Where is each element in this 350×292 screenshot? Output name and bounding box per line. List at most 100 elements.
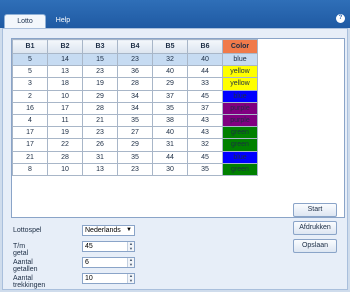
- table-cell[interactable]: 19: [82, 77, 118, 91]
- results-grid[interactable]: B1 B2 B3 B4 B5 B6 Color 5 14 15 23 32 40 blue 5…: [11, 38, 345, 218]
- table-cell[interactable]: 29: [117, 138, 153, 152]
- table-cell[interactable]: 13: [82, 162, 118, 176]
- table-cell[interactable]: 35: [117, 150, 153, 164]
- table-cell[interactable]: 17: [12, 126, 48, 140]
- table-cell[interactable]: 37: [187, 101, 223, 115]
- start-button[interactable]: Start: [293, 203, 337, 217]
- opslaan-button[interactable]: Opslaan: [293, 239, 337, 253]
- table-cell[interactable]: 31: [82, 150, 118, 164]
- table-cell[interactable]: 45: [187, 150, 223, 164]
- table-cell[interactable]: 17: [47, 101, 83, 115]
- table-cell[interactable]: 23: [82, 126, 118, 140]
- table-cell[interactable]: 4: [12, 113, 48, 128]
- table-cell[interactable]: 23: [117, 162, 153, 176]
- table-cell[interactable]: 5: [12, 65, 48, 79]
- table-cell[interactable]: 35: [117, 113, 153, 128]
- table-row[interactable]: 5 14 15 23 32 40 blue: [12, 52, 258, 67]
- color-cell[interactable]: yellow: [222, 77, 258, 91]
- table-cell[interactable]: 18: [47, 77, 83, 91]
- tab-help[interactable]: Help: [50, 14, 76, 28]
- table-cell[interactable]: 28: [82, 101, 118, 115]
- table-cell[interactable]: 31: [152, 138, 188, 152]
- table-cell[interactable]: 40: [152, 65, 188, 79]
- table-cell[interactable]: 22: [47, 138, 83, 152]
- col-header-b6[interactable]: B6: [187, 39, 223, 54]
- table-cell[interactable]: 11: [47, 113, 83, 128]
- aantal-trekkingen-stepper[interactable]: 10 ▲ ▼: [82, 273, 135, 284]
- color-cell[interactable]: green: [222, 138, 258, 152]
- table-row[interactable]: 8 10 13 23 30 35 green: [12, 162, 258, 176]
- color-cell[interactable]: purple: [222, 101, 258, 115]
- col-header-b3[interactable]: B3: [82, 39, 118, 54]
- table-row[interactable]: 4 11 21 35 38 43 purple: [12, 113, 258, 128]
- table-cell[interactable]: 34: [117, 89, 153, 103]
- table-cell[interactable]: 29: [152, 77, 188, 91]
- table-cell[interactable]: 35: [152, 101, 188, 115]
- table-cell[interactable]: 34: [117, 101, 153, 115]
- table-cell[interactable]: 35: [187, 162, 223, 176]
- table-cell[interactable]: 3: [12, 77, 48, 91]
- color-cell[interactable]: blue: [222, 150, 258, 164]
- table-cell[interactable]: 13: [47, 65, 83, 79]
- table-cell[interactable]: 27: [117, 126, 153, 140]
- table-cell[interactable]: 43: [187, 126, 223, 140]
- table-cell[interactable]: 30: [152, 162, 188, 176]
- table-cell[interactable]: 15: [82, 52, 118, 67]
- table-row[interactable]: 5 13 23 36 40 44 yellow: [12, 65, 258, 79]
- table-cell[interactable]: 26: [82, 138, 118, 152]
- table-row[interactable]: 3 18 19 28 29 33 yellow: [12, 77, 258, 91]
- col-header-b1[interactable]: B1: [12, 39, 48, 54]
- table-row[interactable]: 17 22 26 29 31 32 green: [12, 138, 258, 152]
- color-cell[interactable]: purple: [222, 113, 258, 128]
- table-cell[interactable]: 28: [47, 150, 83, 164]
- table-row[interactable]: 2 10 29 34 37 45 blue: [12, 89, 258, 103]
- lottospel-select[interactable]: Nederlands ▼: [82, 225, 135, 236]
- color-cell[interactable]: blue: [222, 89, 258, 103]
- table-cell[interactable]: 23: [82, 65, 118, 79]
- table-cell[interactable]: 10: [47, 89, 83, 103]
- table-cell[interactable]: 2: [12, 89, 48, 103]
- color-cell[interactable]: green: [222, 162, 258, 176]
- table-cell[interactable]: 10: [47, 162, 83, 176]
- color-cell[interactable]: yellow: [222, 65, 258, 79]
- tm-getal-stepper[interactable]: 45 ▲ ▼: [82, 241, 135, 252]
- table-cell[interactable]: 37: [152, 89, 188, 103]
- table-cell[interactable]: 44: [187, 65, 223, 79]
- table-cell[interactable]: 29: [82, 89, 118, 103]
- table-cell[interactable]: 19: [47, 126, 83, 140]
- spin-arrows-icon[interactable]: ▲ ▼: [127, 273, 134, 283]
- table-cell[interactable]: 5: [12, 52, 48, 67]
- table-cell[interactable]: 8: [12, 162, 48, 176]
- table-cell[interactable]: 44: [152, 150, 188, 164]
- col-header-b4[interactable]: B4: [117, 39, 153, 54]
- color-cell[interactable]: green: [222, 126, 258, 140]
- table-cell[interactable]: 45: [187, 89, 223, 103]
- table-cell[interactable]: 28: [117, 77, 153, 91]
- color-cell[interactable]: blue: [222, 52, 258, 67]
- table-cell[interactable]: 43: [187, 113, 223, 128]
- table-cell[interactable]: 16: [12, 101, 48, 115]
- table-cell[interactable]: 32: [152, 52, 188, 67]
- table-cell[interactable]: 21: [82, 113, 118, 128]
- col-header-b5[interactable]: B5: [152, 39, 188, 54]
- spin-arrows-icon[interactable]: ▲ ▼: [127, 257, 134, 267]
- spin-arrows-icon[interactable]: ▲ ▼: [127, 241, 134, 251]
- table-cell[interactable]: 40: [187, 52, 223, 67]
- table-cell[interactable]: 14: [47, 52, 83, 67]
- tab-lotto[interactable]: Lotto: [4, 14, 46, 28]
- table-cell[interactable]: 40: [152, 126, 188, 140]
- table-cell[interactable]: 38: [152, 113, 188, 128]
- table-row[interactable]: 17 19 23 27 40 43 green: [12, 126, 258, 140]
- table-row[interactable]: 21 28 31 35 44 45 blue: [12, 150, 258, 164]
- table-cell[interactable]: 33: [187, 77, 223, 91]
- table-cell[interactable]: 17: [12, 138, 48, 152]
- table-row[interactable]: 16 17 28 34 35 37 purple: [12, 101, 258, 115]
- col-header-b2[interactable]: B2: [47, 39, 83, 54]
- table-cell[interactable]: 32: [187, 138, 223, 152]
- col-header-color[interactable]: Color: [222, 39, 258, 54]
- table-cell[interactable]: 21: [12, 150, 48, 164]
- help-icon[interactable]: ?: [336, 14, 345, 23]
- table-cell[interactable]: 23: [117, 52, 153, 67]
- aantal-getallen-stepper[interactable]: 6 ▲ ▼: [82, 257, 135, 268]
- afdrukken-button[interactable]: Afdrukken: [293, 221, 337, 235]
